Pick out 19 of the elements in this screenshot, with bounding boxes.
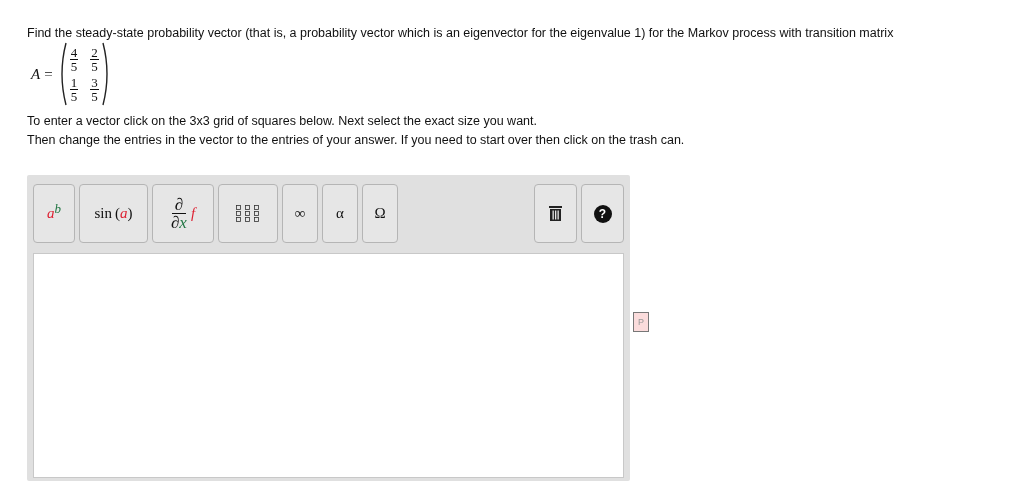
trash-icon: [549, 206, 562, 221]
sine-button[interactable]: sin (a): [79, 184, 148, 243]
matrix-label: A: [31, 65, 41, 83]
matrix-fraction: 1 5: [69, 75, 79, 103]
matrix-grid-icon: [236, 204, 260, 223]
power-button[interactable]: a$^{b}$: [33, 184, 75, 243]
matrix-fraction: 4 5: [69, 45, 79, 73]
instruction-text: To enter a vector click on the 3x3 grid of squares below. Next select the exact size you want.: [27, 113, 538, 130]
symbol-button[interactable]: α: [322, 184, 358, 243]
question-text: Find the steady-state probability vector (that is, a probability vector which is an eigenvector for the eigenvalue 1) for the Markov process with transition matrix: [27, 26, 895, 40]
symbol-button[interactable]: ∞: [282, 184, 318, 243]
matrix-fraction: 3 5: [90, 75, 99, 103]
instruction-text: Then change the entries in the vector to the entries of your answer. If you need to start over then click on the trash can.: [27, 132, 686, 149]
matrix-button[interactable]: [218, 184, 278, 243]
trash-button[interactable]: [534, 184, 577, 243]
matrix-fraction: 2 5: [90, 45, 99, 73]
equals-sign: =: [44, 65, 53, 83]
help-button[interactable]: ?: [581, 184, 624, 243]
symbol-button[interactable]: Ω: [362, 184, 398, 243]
